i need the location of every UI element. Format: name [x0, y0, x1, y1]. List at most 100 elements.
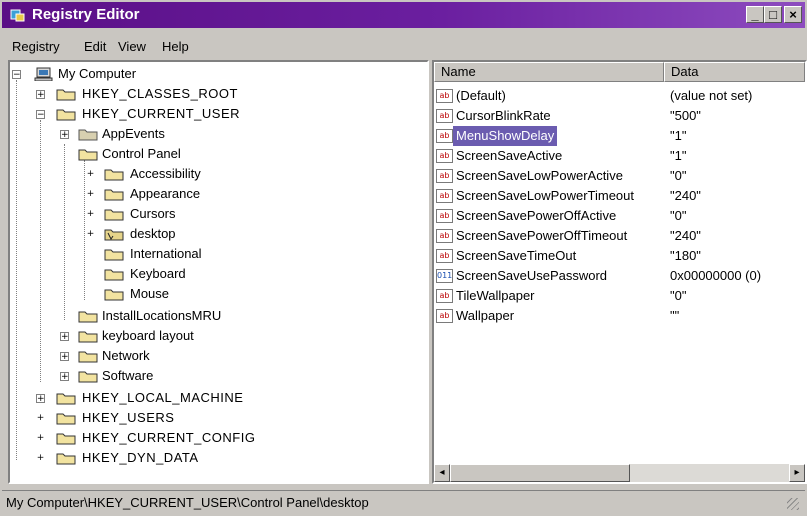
tree-item-installlocationsmru[interactable]: InstallLocationsMRU	[12, 306, 412, 326]
tree-label: Control Panel	[102, 146, 181, 161]
registry-editor-window: Registry Editor _ □ × Registry Edit View…	[0, 0, 807, 516]
resize-grip-icon[interactable]	[787, 498, 799, 510]
tree-item-software[interactable]: + Software	[12, 366, 412, 386]
value-name: ScreenSaveUsePassword	[456, 268, 608, 283]
value-name: TileWallpaper	[456, 288, 535, 303]
value-name: ScreenSaveActive	[456, 148, 563, 163]
tree-label: desktop	[130, 226, 176, 241]
tree-item-keyboard-layout[interactable]: + keyboard layout	[12, 326, 412, 346]
expand-icon[interactable]: +	[86, 210, 95, 219]
folder-icon	[104, 189, 124, 201]
menu-view[interactable]: View	[118, 39, 146, 54]
computer-icon	[34, 67, 53, 81]
tree-label: HKEY_CURRENT_CONFIG	[82, 430, 256, 445]
scroll-left-icon[interactable]: ◂	[434, 464, 450, 482]
tree-label: HKEY_LOCAL_MACHINE	[82, 390, 244, 405]
value-row[interactable]: ab ScreenSavePowerOffActive "0"	[434, 206, 805, 226]
key-tree-pane[interactable]: − My Computer + HKEY_CLASSES_ROOT − HKEY…	[8, 60, 429, 484]
value-row[interactable]: ab ScreenSaveLowPowerTimeout "240"	[434, 186, 805, 206]
value-name: ScreenSaveTimeOut	[456, 248, 577, 263]
expand-icon[interactable]: +	[60, 372, 69, 382]
title-bar[interactable]: Registry Editor _ □ ×	[2, 2, 805, 28]
tree-item-network[interactable]: + Network	[12, 346, 412, 366]
column-header-name[interactable]: Name	[434, 62, 664, 82]
expand-icon[interactable]: +	[86, 170, 95, 179]
collapse-icon[interactable]: −	[36, 110, 45, 120]
tree-item-hkey-users[interactable]: + HKEY_USERS	[12, 408, 412, 428]
value-row[interactable]: ab TileWallpaper "0"	[434, 286, 805, 306]
tree-item-appearance[interactable]: + Appearance	[12, 184, 412, 204]
string-value-icon: ab	[436, 309, 453, 323]
maximize-button[interactable]: □	[764, 6, 782, 23]
menu-edit[interactable]: Edit	[84, 39, 106, 54]
expand-icon[interactable]: +	[60, 130, 69, 140]
column-header-data[interactable]: Data	[664, 62, 805, 82]
value-row[interactable]: 011 ScreenSaveUsePassword 0x00000000 (0)	[434, 266, 805, 286]
tree-label: My Computer	[58, 66, 137, 81]
tree-item-hkey-local-machine[interactable]: + HKEY_LOCAL_MACHINE	[12, 388, 412, 408]
tree-item-international[interactable]: International	[12, 244, 412, 264]
expand-icon[interactable]: +	[86, 230, 95, 239]
tree-item-keyboard[interactable]: Keyboard	[12, 264, 412, 284]
expand-icon[interactable]: +	[60, 352, 69, 362]
window-title: Registry Editor	[32, 6, 140, 23]
value-row[interactable]: ab (Default) (value not set)	[434, 86, 805, 106]
minimize-button[interactable]: _	[746, 6, 764, 23]
tree-item-my-computer[interactable]: − My Computer	[12, 64, 412, 84]
horizontal-scrollbar[interactable]: ◂ ▸	[434, 464, 805, 482]
value-row[interactable]: ab ScreenSavePowerOffTimeout "240"	[434, 226, 805, 246]
expand-icon[interactable]: +	[36, 454, 45, 463]
expand-icon[interactable]: +	[36, 434, 45, 443]
tree-label: International	[130, 246, 202, 261]
string-value-icon: ab	[436, 149, 453, 163]
value-row[interactable]: ab CursorBlinkRate "500"	[434, 106, 805, 126]
folder-icon	[78, 371, 98, 383]
string-value-icon: ab	[436, 289, 453, 303]
folder-icon	[78, 311, 98, 323]
values-list-pane[interactable]: Name Data ab (Default) (value not set) a…	[432, 60, 807, 484]
value-row[interactable]: ab ScreenSaveLowPowerActive "0"	[434, 166, 805, 186]
tree-item-desktop[interactable]: + desktop	[12, 224, 412, 244]
expand-icon[interactable]: +	[60, 332, 69, 342]
expand-icon[interactable]: +	[36, 90, 45, 100]
tree-item-hkey-current-user[interactable]: − HKEY_CURRENT_USER	[12, 104, 412, 124]
tree-label: Appearance	[130, 186, 201, 201]
folder-open-icon	[78, 149, 98, 161]
tree-item-control-panel[interactable]: Control Panel	[12, 144, 412, 164]
menu-registry[interactable]: Registry	[12, 39, 60, 54]
string-value-icon: ab	[436, 209, 453, 223]
expand-icon[interactable]: +	[86, 190, 95, 199]
expand-icon[interactable]: +	[36, 414, 45, 423]
folder-icon	[56, 433, 76, 445]
status-path: My Computer\HKEY_CURRENT_USER\Control Pa…	[6, 495, 369, 510]
tree-item-mouse[interactable]: Mouse	[12, 284, 412, 304]
expand-icon[interactable]: +	[36, 394, 45, 404]
value-row[interactable]: ab ScreenSaveTimeOut "180"	[434, 246, 805, 266]
menu-help[interactable]: Help	[162, 39, 189, 54]
close-button[interactable]: ×	[784, 6, 802, 23]
value-row-selected[interactable]: ab MenuShowDelay "1"	[434, 126, 805, 146]
tree-item-hkey-current-config[interactable]: + HKEY_CURRENT_CONFIG	[12, 428, 412, 448]
tree-label: Keyboard	[130, 266, 186, 281]
string-value-icon: ab	[436, 169, 453, 183]
tree-item-hkey-classes-root[interactable]: + HKEY_CLASSES_ROOT	[12, 84, 412, 104]
tree-label: Mouse	[130, 286, 170, 301]
tree-label: keyboard layout	[102, 328, 194, 343]
collapse-icon[interactable]: −	[12, 70, 21, 80]
scroll-right-icon[interactable]: ▸	[789, 464, 805, 482]
value-data: "0"	[670, 168, 687, 183]
string-value-icon: ab	[436, 249, 453, 263]
tree-item-accessibility[interactable]: + Accessibility	[12, 164, 412, 184]
value-row[interactable]: ab Wallpaper ""	[434, 306, 805, 326]
tree-item-cursors[interactable]: + Cursors	[12, 204, 412, 224]
folder-icon	[56, 393, 76, 405]
tree-item-appevents[interactable]: + AppEvents	[12, 124, 412, 144]
string-value-icon: ab	[436, 109, 453, 123]
scroll-thumb[interactable]	[450, 464, 630, 482]
folder-icon	[104, 269, 124, 281]
value-data: "180"	[670, 248, 701, 263]
string-value-icon: ab	[436, 189, 453, 203]
tree-item-hkey-dyn-data[interactable]: + HKEY_DYN_DATA	[12, 448, 412, 468]
value-name: (Default)	[456, 88, 506, 103]
value-row[interactable]: ab ScreenSaveActive "1"	[434, 146, 805, 166]
